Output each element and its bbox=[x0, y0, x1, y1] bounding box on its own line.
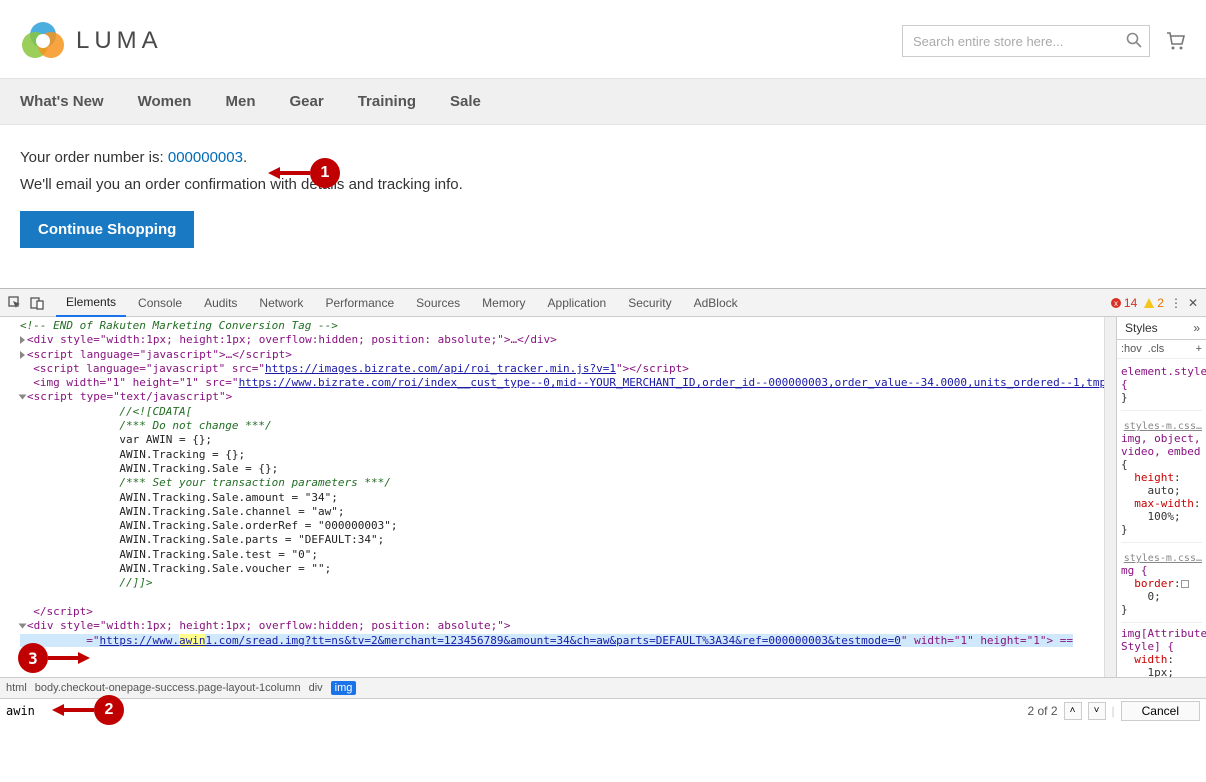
crumb-body[interactable]: body.checkout-onepage-success.page-layou… bbox=[35, 682, 301, 694]
inspect-icon[interactable] bbox=[8, 296, 22, 310]
dom-breadcrumb[interactable]: html body.checkout-onepage-success.page-… bbox=[0, 677, 1206, 698]
callout-3: 3 bbox=[18, 643, 90, 673]
tab-console[interactable]: Console bbox=[128, 290, 192, 316]
stylesheet-link[interactable]: styles-m.css… bbox=[1121, 421, 1202, 432]
device-icon[interactable] bbox=[30, 296, 44, 310]
svg-text:x: x bbox=[1114, 299, 1118, 308]
error-count[interactable]: x14 bbox=[1110, 296, 1137, 310]
crumb-img[interactable]: img bbox=[331, 681, 357, 695]
tab-memory[interactable]: Memory bbox=[472, 290, 535, 316]
tab-adblock[interactable]: AdBlock bbox=[684, 290, 748, 316]
continue-shopping-button[interactable]: Continue Shopping bbox=[20, 211, 194, 248]
callout-1: 1 bbox=[268, 158, 340, 188]
devtools: Elements Console Audits Network Performa… bbox=[0, 288, 1206, 723]
more-icon[interactable]: ⋮ bbox=[1170, 296, 1182, 310]
find-cancel-button[interactable]: Cancel bbox=[1121, 701, 1200, 721]
tab-elements[interactable]: Elements bbox=[56, 289, 126, 317]
add-rule-icon[interactable]: + bbox=[1196, 343, 1202, 355]
nav-training[interactable]: Training bbox=[358, 93, 416, 110]
brand-text: LUMA bbox=[76, 27, 163, 55]
tab-network[interactable]: Network bbox=[249, 290, 313, 316]
order-email-line: We'll email you an order confirmation wi… bbox=[20, 176, 1186, 193]
cls-toggle[interactable]: .cls bbox=[1148, 343, 1165, 355]
crumb-div[interactable]: div bbox=[309, 682, 323, 694]
logo[interactable]: LUMA bbox=[20, 18, 163, 64]
warning-count[interactable]: 2 bbox=[1143, 296, 1164, 310]
callout-3-num: 3 bbox=[18, 643, 48, 673]
styles-pane: Styles » :hov .cls + element.style { } s… bbox=[1116, 317, 1206, 677]
tab-application[interactable]: Application bbox=[538, 290, 617, 316]
awin-pixel-url[interactable]: https://www.awin1.com/sread.img?tt=ns&tv… bbox=[99, 634, 900, 647]
search-icon[interactable] bbox=[1126, 32, 1142, 48]
close-devtools-icon[interactable]: ✕ bbox=[1188, 296, 1198, 310]
order-success: Your order number is: 000000003. We'll e… bbox=[0, 125, 1206, 288]
callout-1-num: 1 bbox=[310, 158, 340, 188]
elements-pane[interactable]: <!-- END of Rakuten Marketing Conversion… bbox=[0, 317, 1104, 677]
find-next-button[interactable]: ˅ bbox=[1088, 702, 1106, 720]
callout-2: 2 bbox=[52, 695, 124, 725]
search-wrap bbox=[902, 25, 1150, 57]
nav-women[interactable]: Women bbox=[138, 93, 192, 110]
nav-sale[interactable]: Sale bbox=[450, 93, 481, 110]
bizrate-js-url[interactable]: https://images.bizrate.com/api/roi_track… bbox=[265, 362, 616, 375]
stylesheet-link[interactable]: styles-m.css… bbox=[1121, 553, 1202, 564]
order-number-line: Your order number is: 000000003. bbox=[20, 149, 1186, 166]
selected-dom-node[interactable]: ="https://www.awin1.com/sread.img?tt=ns&… bbox=[20, 634, 1073, 647]
styles-more-icon[interactable]: » bbox=[1193, 321, 1206, 335]
callout-2-num: 2 bbox=[94, 695, 124, 725]
order-number-link[interactable]: 000000003 bbox=[168, 149, 243, 166]
hov-toggle[interactable]: :hov bbox=[1121, 343, 1142, 355]
nav-bar: What's New Women Men Gear Training Sale bbox=[0, 78, 1206, 125]
tab-performance[interactable]: Performance bbox=[315, 290, 404, 316]
devtools-tabs: Elements Console Audits Network Performa… bbox=[0, 289, 1206, 317]
luma-logo-icon bbox=[20, 18, 66, 64]
find-status: 2 of 2 bbox=[1027, 704, 1057, 718]
order-prefix: Your order number is: bbox=[20, 149, 168, 166]
nav-whats-new[interactable]: What's New bbox=[20, 93, 104, 110]
store-header: LUMA bbox=[0, 0, 1206, 78]
styles-rules[interactable]: element.style { } styles-m.css… img, obj… bbox=[1117, 359, 1206, 677]
search-input[interactable] bbox=[902, 25, 1150, 57]
find-prev-button[interactable]: ˄ bbox=[1064, 702, 1082, 720]
nav-men[interactable]: Men bbox=[225, 93, 255, 110]
nav-gear[interactable]: Gear bbox=[289, 93, 323, 110]
elements-scrollbar[interactable] bbox=[1104, 317, 1116, 677]
tab-audits[interactable]: Audits bbox=[194, 290, 247, 316]
crumb-html[interactable]: html bbox=[6, 682, 27, 694]
styles-tab[interactable]: Styles bbox=[1117, 317, 1166, 339]
tab-sources[interactable]: Sources bbox=[406, 290, 470, 316]
tab-security[interactable]: Security bbox=[618, 290, 681, 316]
cart-icon[interactable] bbox=[1164, 30, 1186, 52]
bizrate-img-url[interactable]: https://www.bizrate.com/roi/index__cust_… bbox=[239, 376, 1104, 389]
order-suffix: . bbox=[243, 149, 247, 166]
dom-tree[interactable]: <!-- END of Rakuten Marketing Conversion… bbox=[20, 319, 1098, 648]
find-bar: 2 2 of 2 ˄ ˅ | Cancel bbox=[0, 698, 1206, 723]
